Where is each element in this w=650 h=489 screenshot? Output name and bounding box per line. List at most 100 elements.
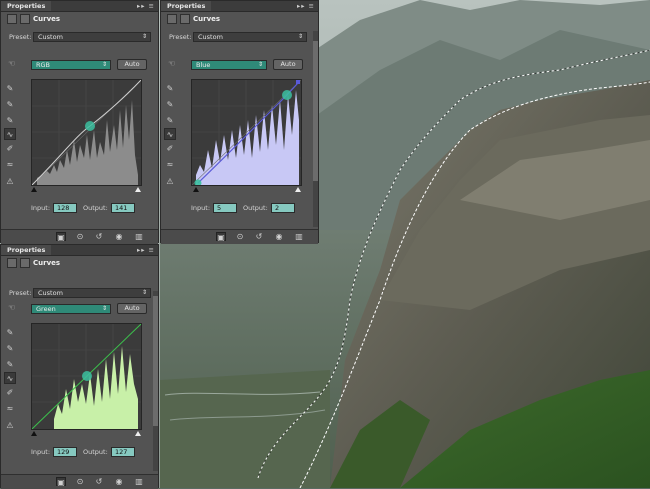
sample-gray-point-icon[interactable]: ✎ (4, 343, 16, 355)
sample-gray-point-icon[interactable]: ✎ (164, 99, 176, 111)
channel-dropdown[interactable]: RGB ⇕ (31, 60, 111, 70)
curve-control-point[interactable] (82, 371, 92, 381)
sample-black-point-icon[interactable]: ✎ (4, 83, 16, 95)
visibility-eye-icon[interactable]: ◉ (114, 232, 124, 241)
preset-dropdown[interactable]: Custom ⇕ (33, 288, 151, 298)
input-field[interactable]: 128 (53, 203, 77, 213)
smooth-icon[interactable]: ≈ (4, 159, 16, 171)
tab-properties[interactable]: Properties (161, 1, 212, 11)
visibility-eye-icon[interactable]: ◉ (114, 477, 124, 486)
output-label: Output: (83, 204, 108, 212)
pencil-icon[interactable]: ✐ (164, 143, 176, 155)
pencil-icon[interactable]: ✐ (4, 143, 16, 155)
delete-icon[interactable]: ▥ (134, 477, 144, 486)
auto-button[interactable]: Auto (117, 59, 147, 70)
sample-white-point-icon[interactable]: ✎ (4, 359, 16, 371)
input-slider-bar[interactable] (191, 187, 302, 192)
auto-button[interactable]: Auto (117, 303, 147, 314)
panel-scrollbar[interactable] (153, 291, 158, 471)
output-label: Output: (83, 448, 108, 456)
input-label: Input: (31, 204, 51, 212)
white-point-slider[interactable] (135, 187, 141, 192)
preset-dropdown[interactable]: Custom ⇕ (33, 32, 151, 42)
curve-control-point[interactable] (282, 90, 292, 100)
layer-mask-icon[interactable] (20, 258, 30, 268)
output-field[interactable]: 2 (271, 203, 295, 213)
clipping-warning-icon[interactable]: ⚠ (4, 420, 16, 432)
white-point-slider[interactable] (295, 187, 301, 192)
scrollbar-thumb[interactable] (313, 41, 318, 181)
input-field[interactable]: 129 (53, 447, 77, 457)
smooth-icon[interactable]: ≈ (4, 403, 16, 415)
curves-tools: ✎ ✎ ✎ ∿ ✐ ≈ ⚠ (4, 83, 18, 193)
curves-graph[interactable] (31, 79, 142, 186)
pencil-icon[interactable]: ✐ (4, 387, 16, 399)
panel-menu-icon[interactable]: ▸▸ ≡ (137, 1, 155, 11)
targeted-adjust-icon[interactable]: ☜ (168, 59, 175, 68)
sample-black-point-icon[interactable]: ✎ (164, 83, 176, 95)
black-point-slider[interactable] (31, 187, 37, 192)
targeted-adjust-icon[interactable]: ☜ (8, 303, 15, 312)
black-point-slider[interactable] (193, 187, 199, 192)
channel-dropdown[interactable]: Green ⇕ (31, 304, 111, 314)
panel-menu-icon[interactable]: ▸▸ ≡ (297, 1, 315, 11)
delete-icon[interactable]: ▥ (134, 232, 144, 241)
view-previous-state-icon[interactable]: ⊙ (75, 477, 85, 486)
histogram (37, 100, 138, 185)
tab-properties[interactable]: Properties (1, 1, 52, 11)
panel-tab-bar: Properties ▸▸ ≡ (161, 1, 318, 12)
delete-icon[interactable]: ▥ (294, 232, 304, 241)
preset-dropdown[interactable]: Custom ⇕ (193, 32, 307, 42)
reset-icon[interactable]: ↺ (254, 232, 264, 241)
curves-graph[interactable] (191, 79, 302, 186)
visibility-eye-icon[interactable]: ◉ (274, 232, 284, 241)
clip-to-layer-icon[interactable]: ▣ (56, 477, 66, 487)
channel-row: ☜ RGB ⇕ Auto (5, 59, 154, 71)
input-slider-bar[interactable] (31, 187, 142, 192)
view-previous-state-icon[interactable]: ⊙ (235, 232, 245, 241)
input-slider-bar[interactable] (31, 431, 142, 436)
auto-button[interactable]: Auto (273, 59, 303, 70)
curve-point-icon[interactable]: ∿ (4, 128, 16, 140)
input-output-row: Input: 128 Output: 141 (31, 203, 151, 215)
tab-properties[interactable]: Properties (1, 245, 52, 255)
sample-white-point-icon[interactable]: ✎ (4, 115, 16, 127)
input-field[interactable]: 5 (213, 203, 237, 213)
output-field[interactable]: 127 (111, 447, 135, 457)
layer-mask-icon[interactable] (20, 14, 30, 24)
sample-gray-point-icon[interactable]: ✎ (4, 99, 16, 111)
black-point-slider[interactable] (31, 431, 37, 436)
curve-control-point[interactable] (85, 121, 95, 131)
curve-point-icon[interactable]: ∿ (164, 128, 176, 140)
scrollbar-thumb[interactable] (153, 296, 158, 426)
chevron-down-icon: ⇕ (101, 305, 107, 312)
properties-panel-blue: Properties ▸▸ ≡ Curves Preset: Custom ⇕ … (160, 0, 319, 244)
targeted-adjust-icon[interactable]: ☜ (8, 59, 15, 68)
curve-endpoint[interactable] (296, 80, 300, 84)
layer-mask-icon[interactable] (180, 14, 190, 24)
reset-icon[interactable]: ↺ (94, 232, 104, 241)
clip-to-layer-icon[interactable]: ▣ (56, 232, 66, 242)
white-point-slider[interactable] (135, 431, 141, 436)
channel-dropdown[interactable]: Blue ⇕ (191, 60, 267, 70)
panel-scrollbar[interactable] (313, 31, 318, 227)
input-label: Input: (191, 204, 211, 212)
chevron-down-icon: ⇕ (141, 33, 147, 40)
sample-white-point-icon[interactable]: ✎ (164, 115, 176, 127)
curves-graph[interactable] (31, 323, 142, 430)
input-output-row: Input: 129 Output: 127 (31, 447, 151, 459)
curves-adjustment-icon (7, 258, 17, 268)
clipping-warning-icon[interactable]: ⚠ (4, 176, 16, 188)
chevron-down-icon: ⇕ (257, 61, 263, 68)
clip-to-layer-icon[interactable]: ▣ (216, 232, 226, 242)
reset-icon[interactable]: ↺ (94, 477, 104, 486)
output-field[interactable]: 141 (111, 203, 135, 213)
sample-black-point-icon[interactable]: ✎ (4, 327, 16, 339)
clipping-warning-icon[interactable]: ⚠ (164, 176, 176, 188)
panel-menu-icon[interactable]: ▸▸ ≡ (137, 245, 155, 255)
curve-point-icon[interactable]: ∿ (4, 372, 16, 384)
smooth-icon[interactable]: ≈ (164, 159, 176, 171)
view-previous-state-icon[interactable]: ⊙ (75, 232, 85, 241)
preset-label: Preset: (9, 33, 32, 41)
chevron-down-icon: ⇕ (141, 289, 147, 296)
